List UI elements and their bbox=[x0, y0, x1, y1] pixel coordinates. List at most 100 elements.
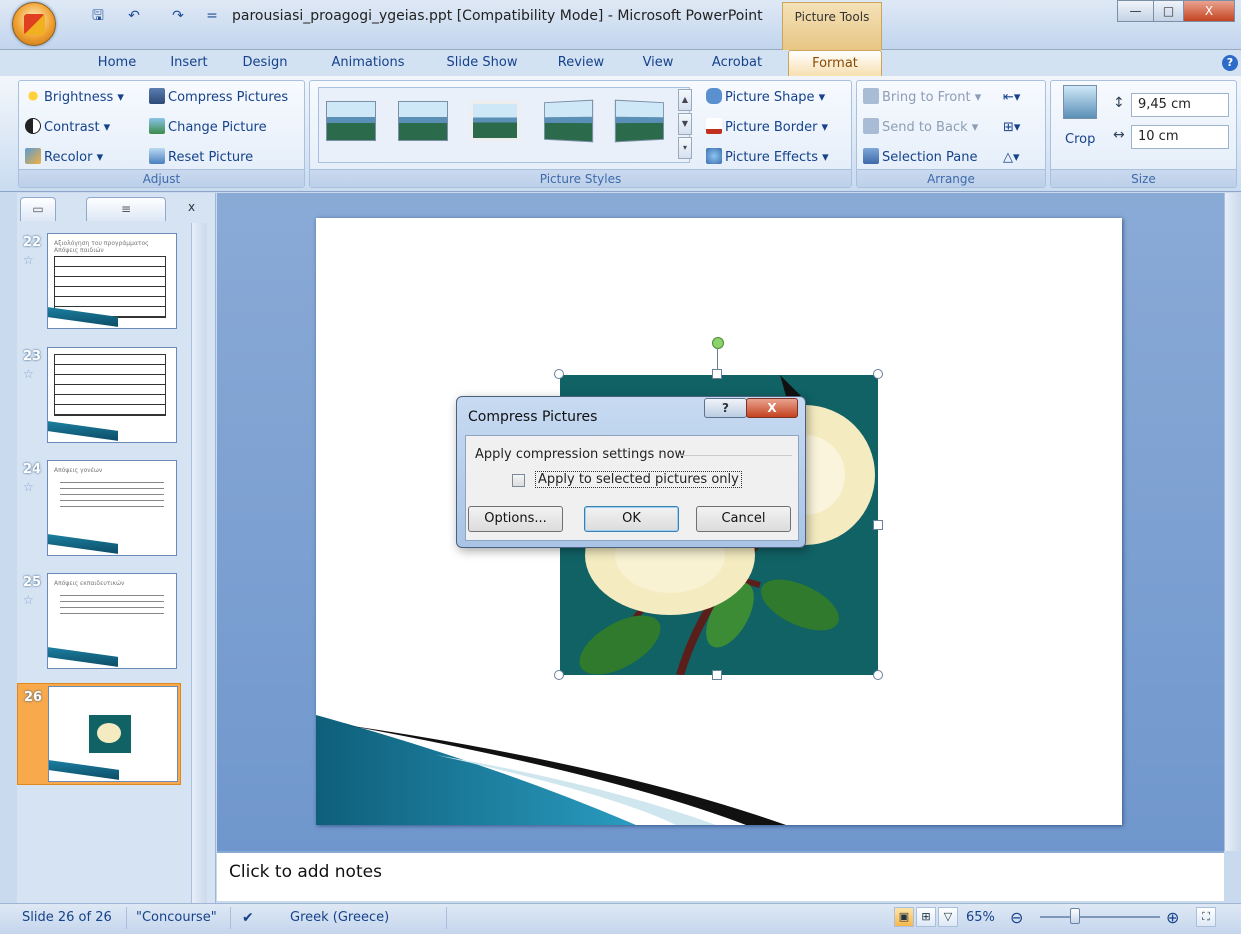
swoosh-graphic bbox=[48, 534, 118, 554]
contrast-button[interactable]: Contrast ▾ bbox=[25, 117, 110, 139]
slide-thumbnail-25[interactable]: 25 ☆ Απόψεις εκπαιδευτικών bbox=[17, 569, 181, 675]
notes-placeholder: Click to add notes bbox=[229, 862, 382, 882]
slide-title: Απόψεις εκπαιδευτικών bbox=[54, 580, 125, 587]
slide-thumbnail-26[interactable]: 26 bbox=[17, 683, 181, 785]
send-to-back-button[interactable]: Send to Back ▾ bbox=[863, 117, 978, 139]
rose-thumbnail bbox=[89, 715, 131, 753]
dialog-body: Apply compression settings now Apply to … bbox=[465, 435, 799, 541]
tab-animations[interactable]: Animations bbox=[318, 50, 418, 76]
picture-style-5[interactable] bbox=[614, 99, 664, 143]
tab-home[interactable]: Home bbox=[86, 50, 148, 76]
help-icon[interactable]: ? bbox=[1222, 55, 1238, 71]
resize-handle-top-right[interactable] bbox=[873, 369, 883, 379]
bring-to-front-icon bbox=[863, 88, 879, 104]
group-icon[interactable]: ⊞▾ bbox=[1003, 117, 1033, 139]
dialog-close-button[interactable]: X bbox=[746, 398, 798, 418]
selected-only-checkbox[interactable] bbox=[512, 474, 525, 487]
slide-scrollbar[interactable] bbox=[1224, 193, 1241, 851]
selection-pane-button[interactable]: Selection Pane bbox=[863, 147, 978, 169]
office-button[interactable] bbox=[12, 2, 56, 46]
picture-styles-group-label: Picture Styles bbox=[310, 169, 851, 187]
change-picture-button[interactable]: Change Picture bbox=[149, 117, 267, 139]
zoom-slider-track[interactable] bbox=[1040, 916, 1160, 918]
dialog-help-button[interactable]: ? bbox=[704, 398, 747, 418]
resize-handle-top-left[interactable] bbox=[554, 369, 564, 379]
resize-handle-bottom-right[interactable] bbox=[873, 670, 883, 680]
ok-button[interactable]: OK bbox=[584, 506, 679, 532]
height-field[interactable]: 9,45 cm bbox=[1131, 93, 1229, 117]
fit-to-window-icon[interactable]: ⛶ bbox=[1196, 907, 1216, 927]
brightness-button[interactable]: Brightness ▾ bbox=[25, 87, 124, 109]
close-panel-icon[interactable]: x bbox=[188, 200, 195, 214]
align-icon[interactable]: ⇤▾ bbox=[1003, 87, 1033, 109]
picture-style-4[interactable] bbox=[544, 99, 594, 143]
tab-view[interactable]: View bbox=[628, 50, 688, 76]
reset-picture-button[interactable]: Reset Picture bbox=[149, 147, 253, 169]
slides-scrollbar[interactable] bbox=[191, 223, 207, 903]
slide-thumbnail-22[interactable]: 22 ☆ Αξιολόγηση του προγράμματος Απόψεις… bbox=[17, 229, 181, 335]
minimize-button[interactable]: — bbox=[1117, 0, 1154, 22]
tab-acrobat[interactable]: Acrobat bbox=[700, 50, 774, 76]
resize-handle-top[interactable] bbox=[712, 369, 722, 379]
picture-border-icon bbox=[706, 118, 722, 134]
tab-slides[interactable]: ▭ bbox=[20, 197, 56, 221]
slide-sorter-icon[interactable]: ⊞ bbox=[916, 907, 936, 927]
selected-only-label[interactable]: Apply to selected pictures only bbox=[535, 471, 742, 488]
maximize-button[interactable]: □ bbox=[1153, 0, 1184, 22]
slide-swoosh-graphic bbox=[316, 715, 786, 825]
group-separator bbox=[680, 455, 792, 456]
picture-style-1[interactable] bbox=[326, 101, 376, 141]
customize-qat-icon[interactable]: = bbox=[202, 6, 222, 26]
rotation-handle[interactable] bbox=[712, 337, 724, 349]
crop-button[interactable]: Crop bbox=[1065, 129, 1095, 151]
slide-show-icon[interactable]: ▽ bbox=[938, 907, 958, 927]
tab-insert[interactable]: Insert bbox=[160, 50, 218, 76]
bring-to-front-button[interactable]: Bring to Front ▾ bbox=[863, 87, 981, 109]
zoom-slider-thumb[interactable] bbox=[1070, 908, 1080, 924]
compression-group-label: Apply compression settings now bbox=[475, 447, 686, 462]
close-button[interactable]: X bbox=[1183, 0, 1235, 22]
picture-shape-button[interactable]: Picture Shape ▾ bbox=[706, 87, 825, 109]
resize-handle-right[interactable] bbox=[873, 520, 883, 530]
slide-thumbnail-24[interactable]: 24 ☆ Απόψεις γονέων bbox=[17, 456, 181, 562]
rotate-icon[interactable]: △▾ bbox=[1003, 147, 1033, 169]
resize-handle-bottom[interactable] bbox=[712, 670, 722, 680]
options-button[interactable]: Options... bbox=[468, 506, 563, 532]
zoom-out-icon[interactable]: ⊖ bbox=[1010, 909, 1023, 927]
resize-handle-bottom-left[interactable] bbox=[554, 670, 564, 680]
cancel-button[interactable]: Cancel bbox=[696, 506, 791, 532]
gallery-scroll-down[interactable]: ▼ bbox=[678, 113, 692, 135]
tab-review[interactable]: Review bbox=[546, 50, 616, 76]
status-separator bbox=[230, 907, 231, 929]
size-group-label: Size bbox=[1051, 169, 1236, 187]
language-indicator[interactable]: Greek (Greece) bbox=[290, 909, 389, 927]
reset-picture-icon bbox=[149, 148, 165, 164]
width-field[interactable]: 10 cm bbox=[1131, 125, 1229, 149]
table-preview bbox=[54, 354, 166, 416]
tab-slide-show[interactable]: Slide Show bbox=[432, 50, 532, 76]
undo-icon[interactable]: ↶ bbox=[124, 6, 144, 26]
tab-outline[interactable]: ≡ bbox=[86, 197, 166, 221]
spelling-check-icon[interactable]: ✔ bbox=[242, 909, 254, 927]
send-to-back-icon bbox=[863, 118, 879, 134]
slide-preview: Αξιολόγηση του προγράμματος Απόψεις παιδ… bbox=[47, 233, 177, 329]
gallery-scroll-up[interactable]: ▲ bbox=[678, 89, 692, 111]
group-adjust: Brightness ▾ Contrast ▾ Recolor ▾ Compre… bbox=[18, 80, 305, 188]
tab-design[interactable]: Design bbox=[230, 50, 300, 76]
picture-effects-button[interactable]: Picture Effects ▾ bbox=[706, 147, 829, 169]
text-preview bbox=[60, 477, 164, 507]
slide-preview bbox=[47, 347, 177, 443]
redo-icon[interactable]: ↷ bbox=[168, 6, 188, 26]
tab-format[interactable]: Format bbox=[788, 50, 882, 76]
zoom-in-icon[interactable]: ⊕ bbox=[1166, 909, 1179, 927]
recolor-button[interactable]: Recolor ▾ bbox=[25, 147, 103, 169]
slide-thumbnail-23[interactable]: 23 ☆ bbox=[17, 343, 181, 449]
save-icon[interactable]: 🖫 bbox=[88, 6, 108, 26]
zoom-level[interactable]: 65% bbox=[966, 909, 995, 927]
compress-pictures-button[interactable]: Compress Pictures bbox=[149, 87, 288, 109]
gallery-more[interactable]: ▾ bbox=[678, 137, 692, 159]
picture-border-button[interactable]: Picture Border ▾ bbox=[706, 117, 828, 139]
picture-style-3[interactable] bbox=[470, 101, 520, 141]
normal-view-icon[interactable]: ▣ bbox=[894, 907, 914, 927]
picture-style-2[interactable] bbox=[398, 101, 448, 141]
